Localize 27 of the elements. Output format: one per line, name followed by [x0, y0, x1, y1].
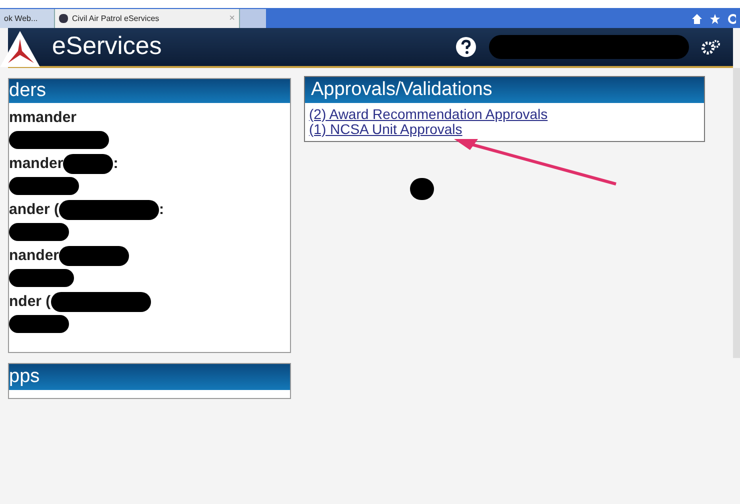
browser-tab[interactable]: ok Web...	[0, 9, 55, 28]
help-icon[interactable]	[455, 36, 477, 58]
commander-label: mander	[9, 154, 64, 174]
commander-label: nander	[9, 246, 60, 266]
panel-title: pps	[9, 364, 290, 390]
settings-icon[interactable]	[701, 39, 721, 55]
tab-label: ok Web...	[4, 12, 39, 24]
commander-label: mmander	[9, 108, 77, 128]
redaction-mark	[9, 269, 74, 287]
tab-label: Civil Air Patrol eServices	[72, 12, 160, 24]
redaction-mark	[9, 177, 79, 195]
home-icon[interactable]	[692, 14, 702, 24]
redaction-mark	[63, 154, 114, 174]
redaction-mark	[9, 315, 69, 333]
site-title: eServices	[52, 31, 162, 62]
approval-link[interactable]: (2) Award Recommendation Approvals	[309, 107, 548, 122]
star-icon[interactable]	[710, 14, 720, 24]
redaction-mark	[59, 246, 130, 266]
commander-label: nder (	[9, 292, 51, 312]
commander-label: ander (	[9, 200, 60, 220]
colon-text: :	[113, 154, 118, 174]
browser-tab[interactable]: Civil Air Patrol eServices ×	[55, 9, 240, 28]
colon-text: :	[159, 200, 164, 220]
redaction-mark	[9, 223, 69, 241]
panel-title: Approvals/Validations	[305, 77, 704, 103]
approval-link[interactable]: (1) NCSA Unit Approvals	[309, 122, 462, 137]
panel-title: ders	[9, 79, 290, 103]
